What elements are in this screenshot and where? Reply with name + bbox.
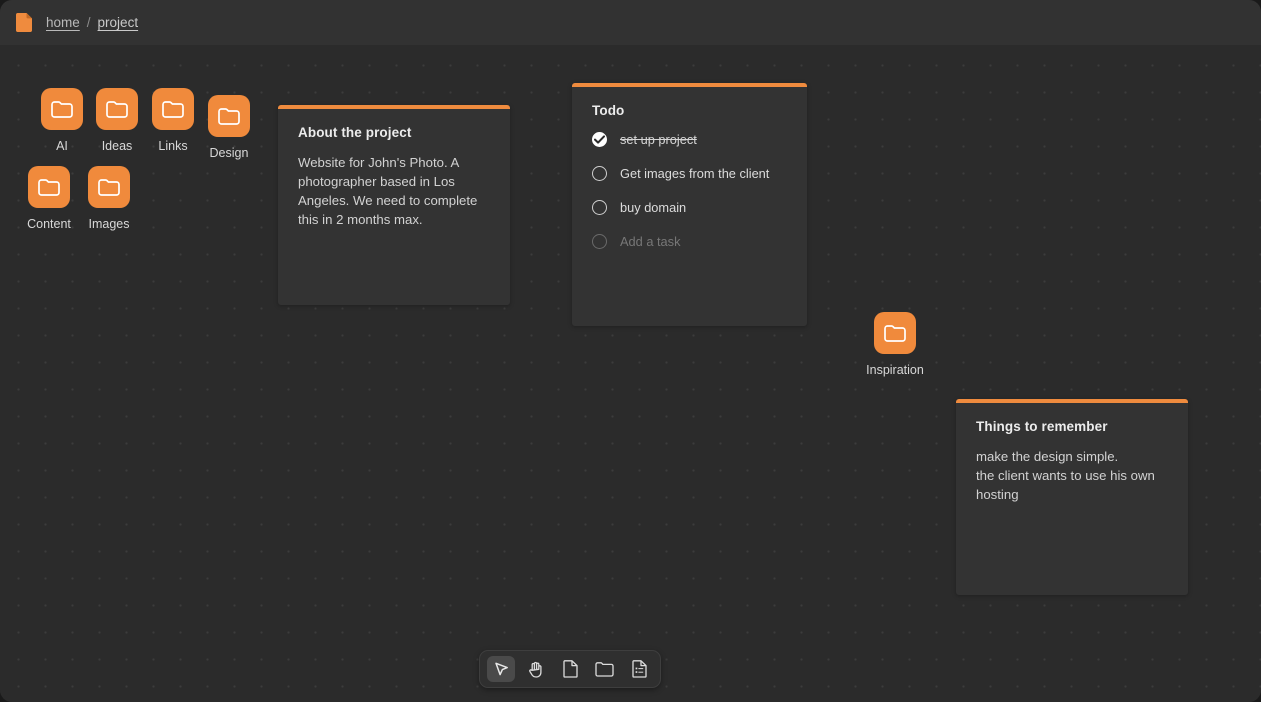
- folder-icon: [41, 88, 83, 130]
- folder-tool[interactable]: [591, 656, 619, 682]
- tool-palette: [479, 650, 661, 688]
- folder-label: Images: [88, 217, 130, 231]
- folder-icon: [28, 166, 70, 208]
- breadcrumb-item-project[interactable]: project: [98, 15, 139, 30]
- folder-label: AI: [56, 139, 68, 153]
- checkbox-empty-icon[interactable]: [592, 166, 607, 181]
- folder-label: Inspiration: [866, 363, 924, 377]
- folder-item-inspiration[interactable]: Inspiration: [864, 312, 926, 377]
- todo-body: Todo set up project Get images from the …: [572, 87, 807, 267]
- folder-item-design[interactable]: Design: [198, 95, 260, 160]
- breadcrumb: home / project: [46, 15, 138, 30]
- folder-item-content[interactable]: Content: [18, 166, 80, 231]
- folder-item-images[interactable]: Images: [78, 166, 140, 231]
- todo-card[interactable]: Todo set up project Get images from the …: [572, 83, 807, 326]
- folder-label: Ideas: [101, 139, 133, 153]
- canvas[interactable]: AI Ideas Links Design Content Images Ins…: [0, 45, 1261, 702]
- note-card-things-to-remember[interactable]: Things to remember make the design simpl…: [956, 399, 1188, 595]
- folder-icon: [88, 166, 130, 208]
- note-title: About the project: [298, 125, 412, 140]
- file-icon: [16, 13, 32, 32]
- folder-icon: [874, 312, 916, 354]
- folder-label: Design: [209, 146, 249, 160]
- folder-label: Content: [27, 217, 71, 231]
- note-title: Things to remember: [976, 419, 1108, 434]
- todo-items: set up project Get images from the clien…: [592, 132, 787, 249]
- pan-tool[interactable]: [522, 656, 550, 682]
- folder-icon: [595, 661, 614, 677]
- folder-icon: [208, 95, 250, 137]
- folder-item-ideas[interactable]: Ideas: [86, 88, 148, 153]
- checkbox-checked-icon[interactable]: [592, 132, 607, 147]
- note-text[interactable]: Website for John's Photo. A photographer…: [298, 153, 490, 229]
- note-body: About the project Website for John's Pho…: [278, 109, 510, 247]
- add-task-placeholder[interactable]: Add a task: [620, 234, 680, 249]
- todo-item[interactable]: Get images from the client: [592, 166, 787, 181]
- todo-title: Todo: [592, 103, 625, 118]
- breadcrumb-separator: /: [86, 15, 91, 30]
- folder-icon: [152, 88, 194, 130]
- folder-label: Links: [158, 139, 188, 153]
- breadcrumb-item-home[interactable]: home: [46, 15, 80, 30]
- note-text[interactable]: make the design simple. the client wants…: [976, 447, 1168, 504]
- note-card-about[interactable]: About the project Website for John's Pho…: [278, 105, 510, 305]
- add-task-row[interactable]: Add a task: [592, 234, 787, 249]
- folder-icon: [96, 88, 138, 130]
- note-body: Things to remember make the design simpl…: [956, 403, 1188, 522]
- todo-item-label: buy domain: [620, 200, 687, 215]
- file-icon: [562, 660, 578, 678]
- todo-item-label: Get images from the client: [620, 166, 770, 181]
- select-tool[interactable]: [487, 656, 515, 682]
- document-list-icon: [631, 660, 647, 678]
- todo-item[interactable]: set up project: [592, 132, 787, 147]
- folder-item-links[interactable]: Links: [142, 88, 204, 153]
- todo-tool[interactable]: [625, 656, 653, 682]
- hand-icon: [528, 661, 544, 678]
- app-window: home / project AI Ideas Links Design Con…: [0, 0, 1261, 702]
- todo-item-label: set up project: [620, 132, 697, 147]
- todo-item[interactable]: buy domain: [592, 200, 787, 215]
- checkbox-empty-icon[interactable]: [592, 234, 607, 249]
- note-tool[interactable]: [556, 656, 584, 682]
- checkbox-empty-icon[interactable]: [592, 200, 607, 215]
- cursor-icon: [493, 661, 510, 678]
- folder-item-ai[interactable]: AI: [31, 88, 93, 153]
- top-bar: home / project: [0, 0, 1261, 45]
